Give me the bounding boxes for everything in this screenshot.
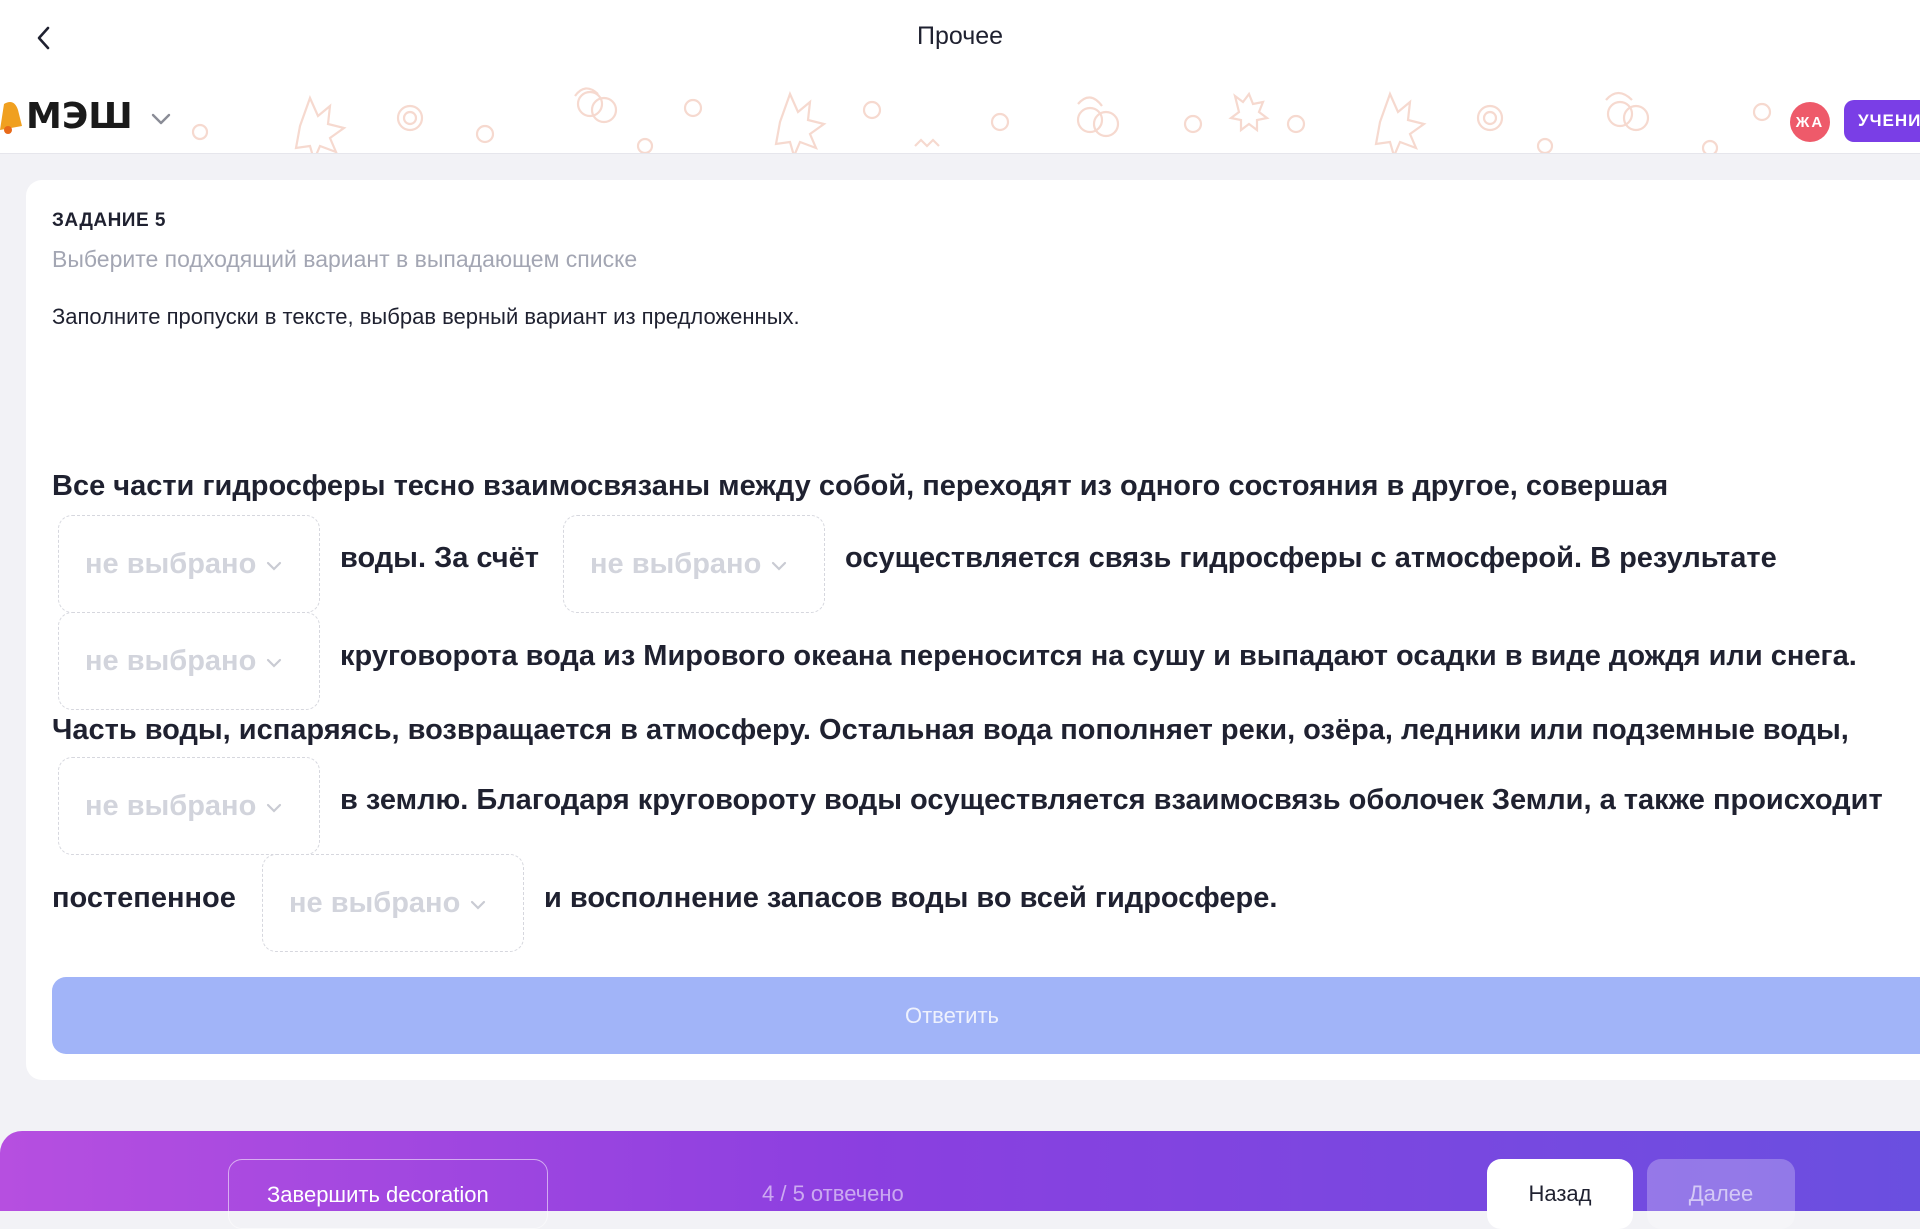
- chevron-down-icon: [267, 561, 282, 571]
- text-after-blank-5: и восполнение запасов воды во всей гидро…: [544, 882, 1278, 914]
- text-line-1: Все части гидросферы тесно взаимосвязаны…: [52, 470, 1669, 502]
- prev-button[interactable]: Назад: [1487, 1159, 1633, 1229]
- task-hint: Выберите подходящий вариант в выпадающем…: [52, 246, 638, 272]
- brand-bar: МЭШ ЖА УЧЕНИ: [0, 76, 1920, 154]
- blank-dropdown-3[interactable]: не выбрано: [58, 612, 320, 710]
- submit-answer-button[interactable]: Ответить: [52, 977, 1920, 1054]
- task-number: ЗАДАНИЕ 5: [52, 210, 166, 231]
- chevron-down-icon[interactable]: [151, 113, 171, 125]
- chevron-down-icon: [471, 900, 486, 910]
- text-after-blank-4: в землю. Благодаря круговороту воды осущ…: [340, 784, 1883, 816]
- top-bar: Прочее: [0, 0, 1920, 76]
- chevron-down-icon: [267, 658, 282, 668]
- bottom-nav-bar: Завершить decoration 4 / 5 отвечено Наза…: [0, 1131, 1920, 1229]
- dropdown-value: не выбрано: [289, 886, 461, 919]
- role-badge[interactable]: УЧЕНИ: [1844, 100, 1920, 142]
- bell-icon: [0, 102, 22, 134]
- text-after-blank-1: воды. За счёт: [340, 542, 539, 574]
- dropdown-value: не выбрано: [85, 789, 257, 822]
- page-title: Прочее: [916, 22, 1004, 50]
- mesh-logo[interactable]: МЭШ: [0, 94, 171, 138]
- task-instruction: Заполните пропуски в тексте, выбрав верн…: [52, 304, 800, 329]
- finish-test-button[interactable]: Завершить decoration: [228, 1159, 548, 1229]
- chevron-down-icon: [772, 561, 787, 571]
- logo-text: МЭШ: [26, 95, 133, 137]
- chevron-down-icon: [267, 803, 282, 813]
- text-after-blank-2: осуществляется связь гидросферы с атмосф…: [845, 542, 1777, 574]
- dropdown-value: не выбрано: [85, 644, 257, 677]
- dropdown-value: не выбрано: [85, 547, 257, 580]
- text-before-blank-5: постепенное: [52, 882, 236, 914]
- progress-text: 4 / 5 отвечено: [762, 1181, 904, 1206]
- blank-dropdown-2[interactable]: не выбрано: [563, 515, 825, 613]
- text-line-4: Часть воды, испаряясь, возвращается в ат…: [52, 714, 1849, 746]
- next-button[interactable]: Далее: [1647, 1159, 1795, 1229]
- autumn-pattern-decoration: [191, 87, 1772, 153]
- blank-dropdown-1[interactable]: не выбрано: [58, 515, 320, 613]
- dropdown-value: не выбрано: [590, 547, 762, 580]
- text-after-blank-3: круговорота вода из Мирового океана пере…: [340, 640, 1857, 672]
- blank-dropdown-4[interactable]: не выбрано: [58, 757, 320, 855]
- task-card: ЗАДАНИЕ 5 Выберите подходящий вариант в …: [26, 180, 1920, 1080]
- blank-dropdown-5[interactable]: не выбрано: [262, 854, 524, 952]
- user-avatar[interactable]: ЖА: [1790, 102, 1830, 142]
